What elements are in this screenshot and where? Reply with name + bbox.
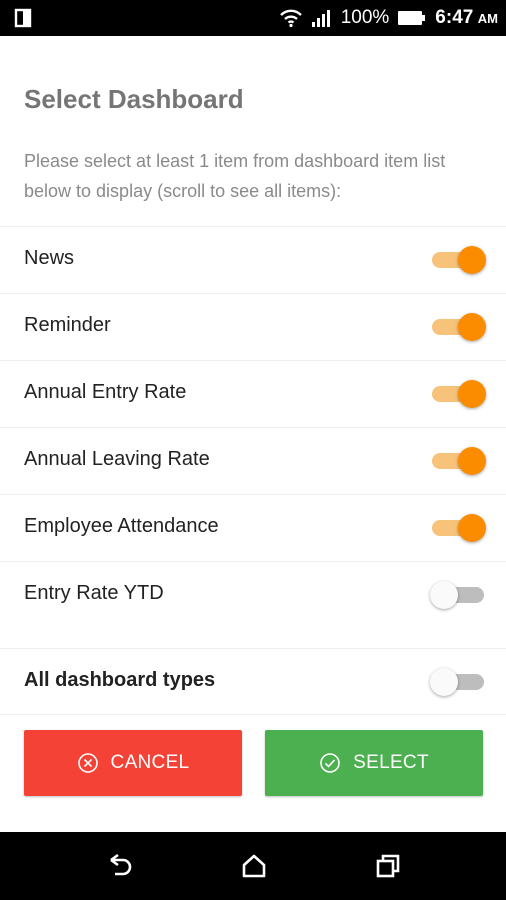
toggle-thumb — [458, 313, 486, 341]
all-dashboard-types-toggle[interactable] — [430, 668, 484, 696]
toggle-thumb — [430, 581, 458, 609]
select-dashboard-dialog: Select Dashboard Please select at least … — [0, 36, 506, 832]
navigation-bar — [0, 832, 506, 900]
list-item-label: News — [24, 247, 75, 269]
battery-icon — [398, 11, 426, 25]
annual-entry-rate-toggle[interactable] — [432, 380, 486, 408]
signal-icon — [311, 10, 330, 27]
cancel-button[interactable]: CANCEL — [24, 730, 242, 796]
toggle-thumb — [458, 380, 486, 408]
list-item-annual-entry-rate[interactable]: Annual Entry Rate — [0, 360, 506, 427]
dialog-description: Please select at least 1 item from dashb… — [24, 151, 446, 201]
toggle-thumb — [458, 246, 486, 274]
dialog-title: Select Dashboard — [24, 84, 244, 114]
home-icon[interactable] — [240, 852, 268, 880]
all-dashboard-types-label: All dashboard types — [24, 669, 216, 691]
battery-percentage: 100% — [340, 7, 390, 28]
list-item-employee-attendance[interactable]: Employee Attendance — [0, 494, 506, 561]
news-toggle[interactable] — [432, 246, 486, 274]
select-button[interactable]: SELECT — [265, 730, 483, 796]
entry-rate-ytd-toggle[interactable] — [430, 581, 484, 609]
list-item-news[interactable]: News — [0, 226, 506, 293]
recents-icon[interactable] — [374, 852, 402, 880]
list-item-label: Entry Rate YTD — [24, 582, 164, 604]
list-item-entry-rate-ytd[interactable]: Entry Rate YTD — [0, 561, 506, 628]
reminder-toggle[interactable] — [432, 313, 486, 341]
wifi-icon — [279, 9, 302, 28]
toggle-thumb — [458, 514, 486, 542]
toggle-thumb — [430, 668, 458, 696]
employee-attendance-toggle[interactable] — [432, 514, 486, 542]
cancel-button-label: CANCEL — [110, 752, 190, 773]
clock-time: 6:47 — [435, 7, 474, 28]
cancel-circle-icon — [77, 753, 98, 773]
toggle-thumb — [458, 447, 486, 475]
sim-icon — [14, 8, 32, 28]
check-circle-icon — [320, 753, 340, 773]
status-bar: 100% 6:47 AM — [0, 0, 506, 36]
list-item-label: Annual Entry Rate — [24, 381, 187, 403]
list-item-label: Annual Leaving Rate — [24, 448, 210, 470]
list-item-label: Reminder — [24, 314, 111, 336]
dashboard-item-list: News Reminder Annual Entry Rate Annual L… — [0, 226, 506, 628]
list-item-label: Employee Attendance — [24, 515, 219, 537]
list-item-annual-leaving-rate[interactable]: Annual Leaving Rate — [0, 427, 506, 494]
clock-ampm: AM — [477, 11, 498, 26]
clock: 6:47 AM — [435, 7, 498, 29]
all-dashboard-types-row[interactable]: All dashboard types — [0, 648, 506, 715]
list-item-reminder[interactable]: Reminder — [0, 293, 506, 360]
back-icon[interactable] — [106, 852, 134, 880]
select-button-label: SELECT — [353, 752, 429, 773]
annual-leaving-rate-toggle[interactable] — [432, 447, 486, 475]
